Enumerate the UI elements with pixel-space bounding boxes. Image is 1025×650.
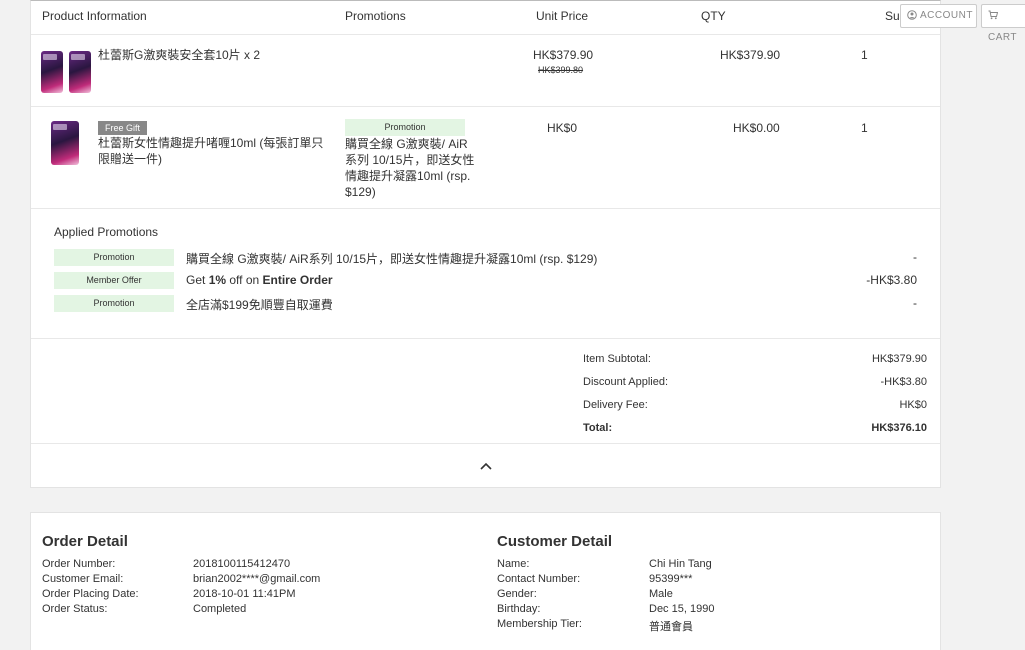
order-detail-title: Order Detail xyxy=(42,533,128,550)
account-label: ACCOUNT xyxy=(920,10,973,21)
item-unit-price: HK$0 xyxy=(547,121,578,135)
promotion-tag: Promotion xyxy=(54,249,174,266)
discount-value: -HK$3.80 xyxy=(880,376,927,388)
product-image-gel[interactable] xyxy=(51,121,81,165)
delivery-fee-label: Delivery Fee: xyxy=(583,399,648,411)
applied-promotion-row: Promotion 全店滿$199免順豐自取運費 - xyxy=(54,295,917,313)
divider xyxy=(31,443,940,444)
promotion-value: - xyxy=(913,296,917,310)
promotion-description: 購買全線 G激爽裝/ AiR系列 10/15片，即送女性情趣提升凝露10ml (… xyxy=(186,252,598,266)
contact-number-value: 95399*** xyxy=(649,573,693,585)
item-qty-column: HK$0.00 xyxy=(733,121,780,135)
name-label: Name: xyxy=(497,558,530,570)
promotion-value: - xyxy=(913,250,917,264)
customer-detail-title: Customer Detail xyxy=(497,533,613,550)
discount-label: Discount Applied: xyxy=(583,376,668,388)
chevron-up-icon[interactable] xyxy=(479,459,493,473)
col-product-information: Product Information xyxy=(42,9,147,23)
col-unit-price: Unit Price xyxy=(536,9,589,23)
divider xyxy=(31,208,940,209)
membership-tier-value: 普通會員 xyxy=(649,621,693,633)
member-offer-tag: Member Offer xyxy=(54,272,174,289)
order-date-label: Order Placing Date: xyxy=(42,588,139,600)
free-gift-badge: Free Gift xyxy=(98,121,148,135)
customer-email-label: Customer Email: xyxy=(42,573,124,585)
total-label: Total: xyxy=(583,422,613,434)
item-subtotal-column: 1 xyxy=(861,121,868,135)
item-subtotal-label: Item Subtotal: xyxy=(583,353,651,365)
col-promotions: Promotions xyxy=(345,9,406,23)
item-original-price: HK$399.80 xyxy=(538,65,584,75)
divider xyxy=(31,106,940,107)
order-items-card: Product Information Promotions Unit Pric… xyxy=(30,0,941,488)
order-status-value: Completed xyxy=(193,603,247,615)
order-status-label: Order Status: xyxy=(42,603,108,615)
promotion-value: -HK$3.80 xyxy=(866,273,917,287)
name-value: Chi Hin Tang xyxy=(649,558,712,570)
customer-email-value: brian2002****@gmail.com xyxy=(193,573,321,585)
item-subtotal-value: HK$379.90 xyxy=(871,353,927,365)
order-date-value: 2018-10-01 11:41PM xyxy=(193,588,296,600)
order-detail-card: Order Detail Order Number: 2018100115412… xyxy=(30,512,941,650)
cart-button[interactable]: CART xyxy=(981,4,1025,43)
item-name[interactable]: 杜蕾斯G激爽裝安全套10片 x 2 xyxy=(98,47,260,63)
order-number-value: 2018100115412470 xyxy=(193,558,291,570)
gender-value: Male xyxy=(649,588,673,600)
applied-promotions-title: Applied Promotions xyxy=(54,225,159,239)
item-qty-column: HK$379.90 xyxy=(720,48,781,62)
cart-icon xyxy=(988,10,999,20)
item-subtotal-column: 1 xyxy=(861,48,868,62)
item-name[interactable]: 杜蕾斯女性情趣提升啫喱10ml (每張訂單只限贈送一件) xyxy=(98,135,333,167)
promotion-description: 全店滿$199免順豐自取運費 xyxy=(186,298,333,312)
user-icon xyxy=(907,10,917,21)
total-value: HK$376.10 xyxy=(871,422,927,434)
birthday-value: Dec 15, 1990 xyxy=(649,603,715,615)
item-promo-text: 購買全線 G激爽裝/ AiR系列 10/15片，即送女性情趣提升凝露10ml (… xyxy=(345,137,475,199)
membership-tier-label: Membership Tier: xyxy=(497,618,582,630)
product-image-condoms[interactable] xyxy=(41,49,93,95)
divider xyxy=(31,34,940,35)
account-button[interactable]: ACCOUNT xyxy=(900,4,977,28)
promotion-tag: Promotion xyxy=(345,119,465,136)
contact-number-label: Contact Number: xyxy=(497,573,581,585)
promotion-tag: Promotion xyxy=(54,295,174,312)
order-number-label: Order Number: xyxy=(42,558,116,570)
divider xyxy=(31,338,940,339)
item-unit-price: HK$379.90 xyxy=(533,48,594,62)
applied-promotion-row: Member Offer Get 1% off on Entire Order … xyxy=(54,272,917,290)
cart-label: CART xyxy=(988,32,1018,43)
promotion-description: Get 1% off on Entire Order xyxy=(186,273,333,287)
delivery-fee-value: HK$0 xyxy=(899,399,927,411)
gender-label: Gender: xyxy=(497,588,537,600)
applied-promotion-row: Promotion 購買全線 G激爽裝/ AiR系列 10/15片，即送女性情趣… xyxy=(54,249,917,267)
birthday-label: Birthday: xyxy=(497,603,541,615)
col-qty: QTY xyxy=(701,9,726,23)
